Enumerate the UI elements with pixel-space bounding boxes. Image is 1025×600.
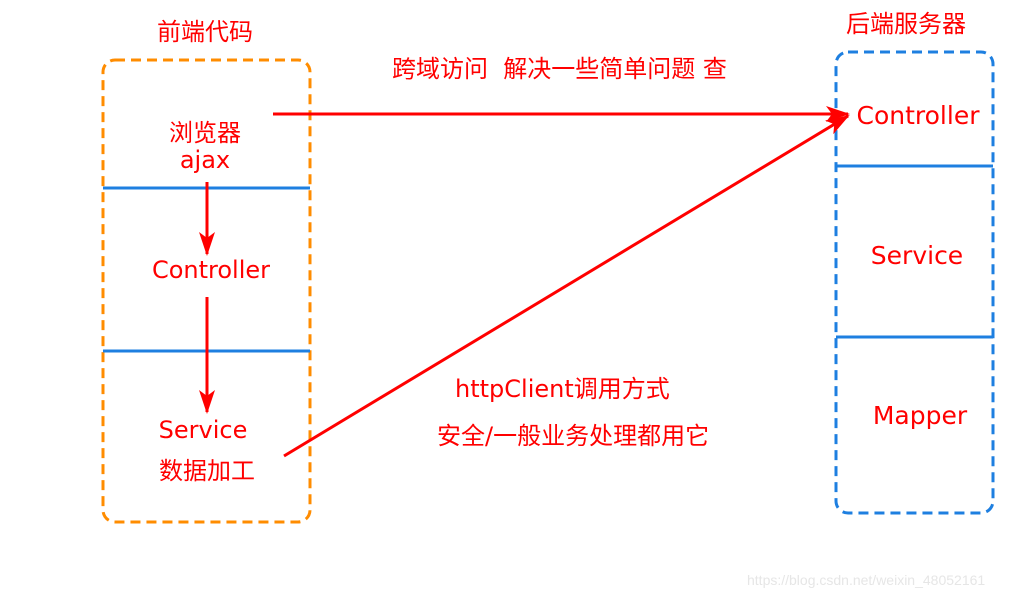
arrow-service-to-backend-controller — [283, 114, 850, 458]
frontend-title: 前端代码 — [157, 18, 253, 46]
httpclient-annotation-line1: httpClient调用方式 — [455, 375, 670, 403]
backend-service-label: Service — [870, 241, 964, 270]
backend-controller-label: Controller — [856, 101, 980, 130]
frontend-service-label: Service — [158, 416, 248, 444]
frontend-ajax-label: ajax — [179, 146, 231, 174]
frontend-browser-label: 浏览器 — [169, 119, 241, 147]
watermark: https://blog.csdn.net/weixin_48052161 — [747, 572, 986, 588]
backend-mapper-label: Mapper — [872, 401, 968, 430]
frontend-data-processing-label: 数据加工 — [159, 457, 255, 485]
frontend-controller-label: Controller — [151, 256, 271, 284]
httpclient-annotation-line2: 安全/一般业务处理都用它 — [437, 422, 710, 450]
diagram-canvas — [101, 50, 995, 524]
cross-domain-annotation: 跨域访问 解决一些简单问题 查 — [392, 55, 727, 83]
backend-title: 后端服务器 — [846, 10, 966, 38]
